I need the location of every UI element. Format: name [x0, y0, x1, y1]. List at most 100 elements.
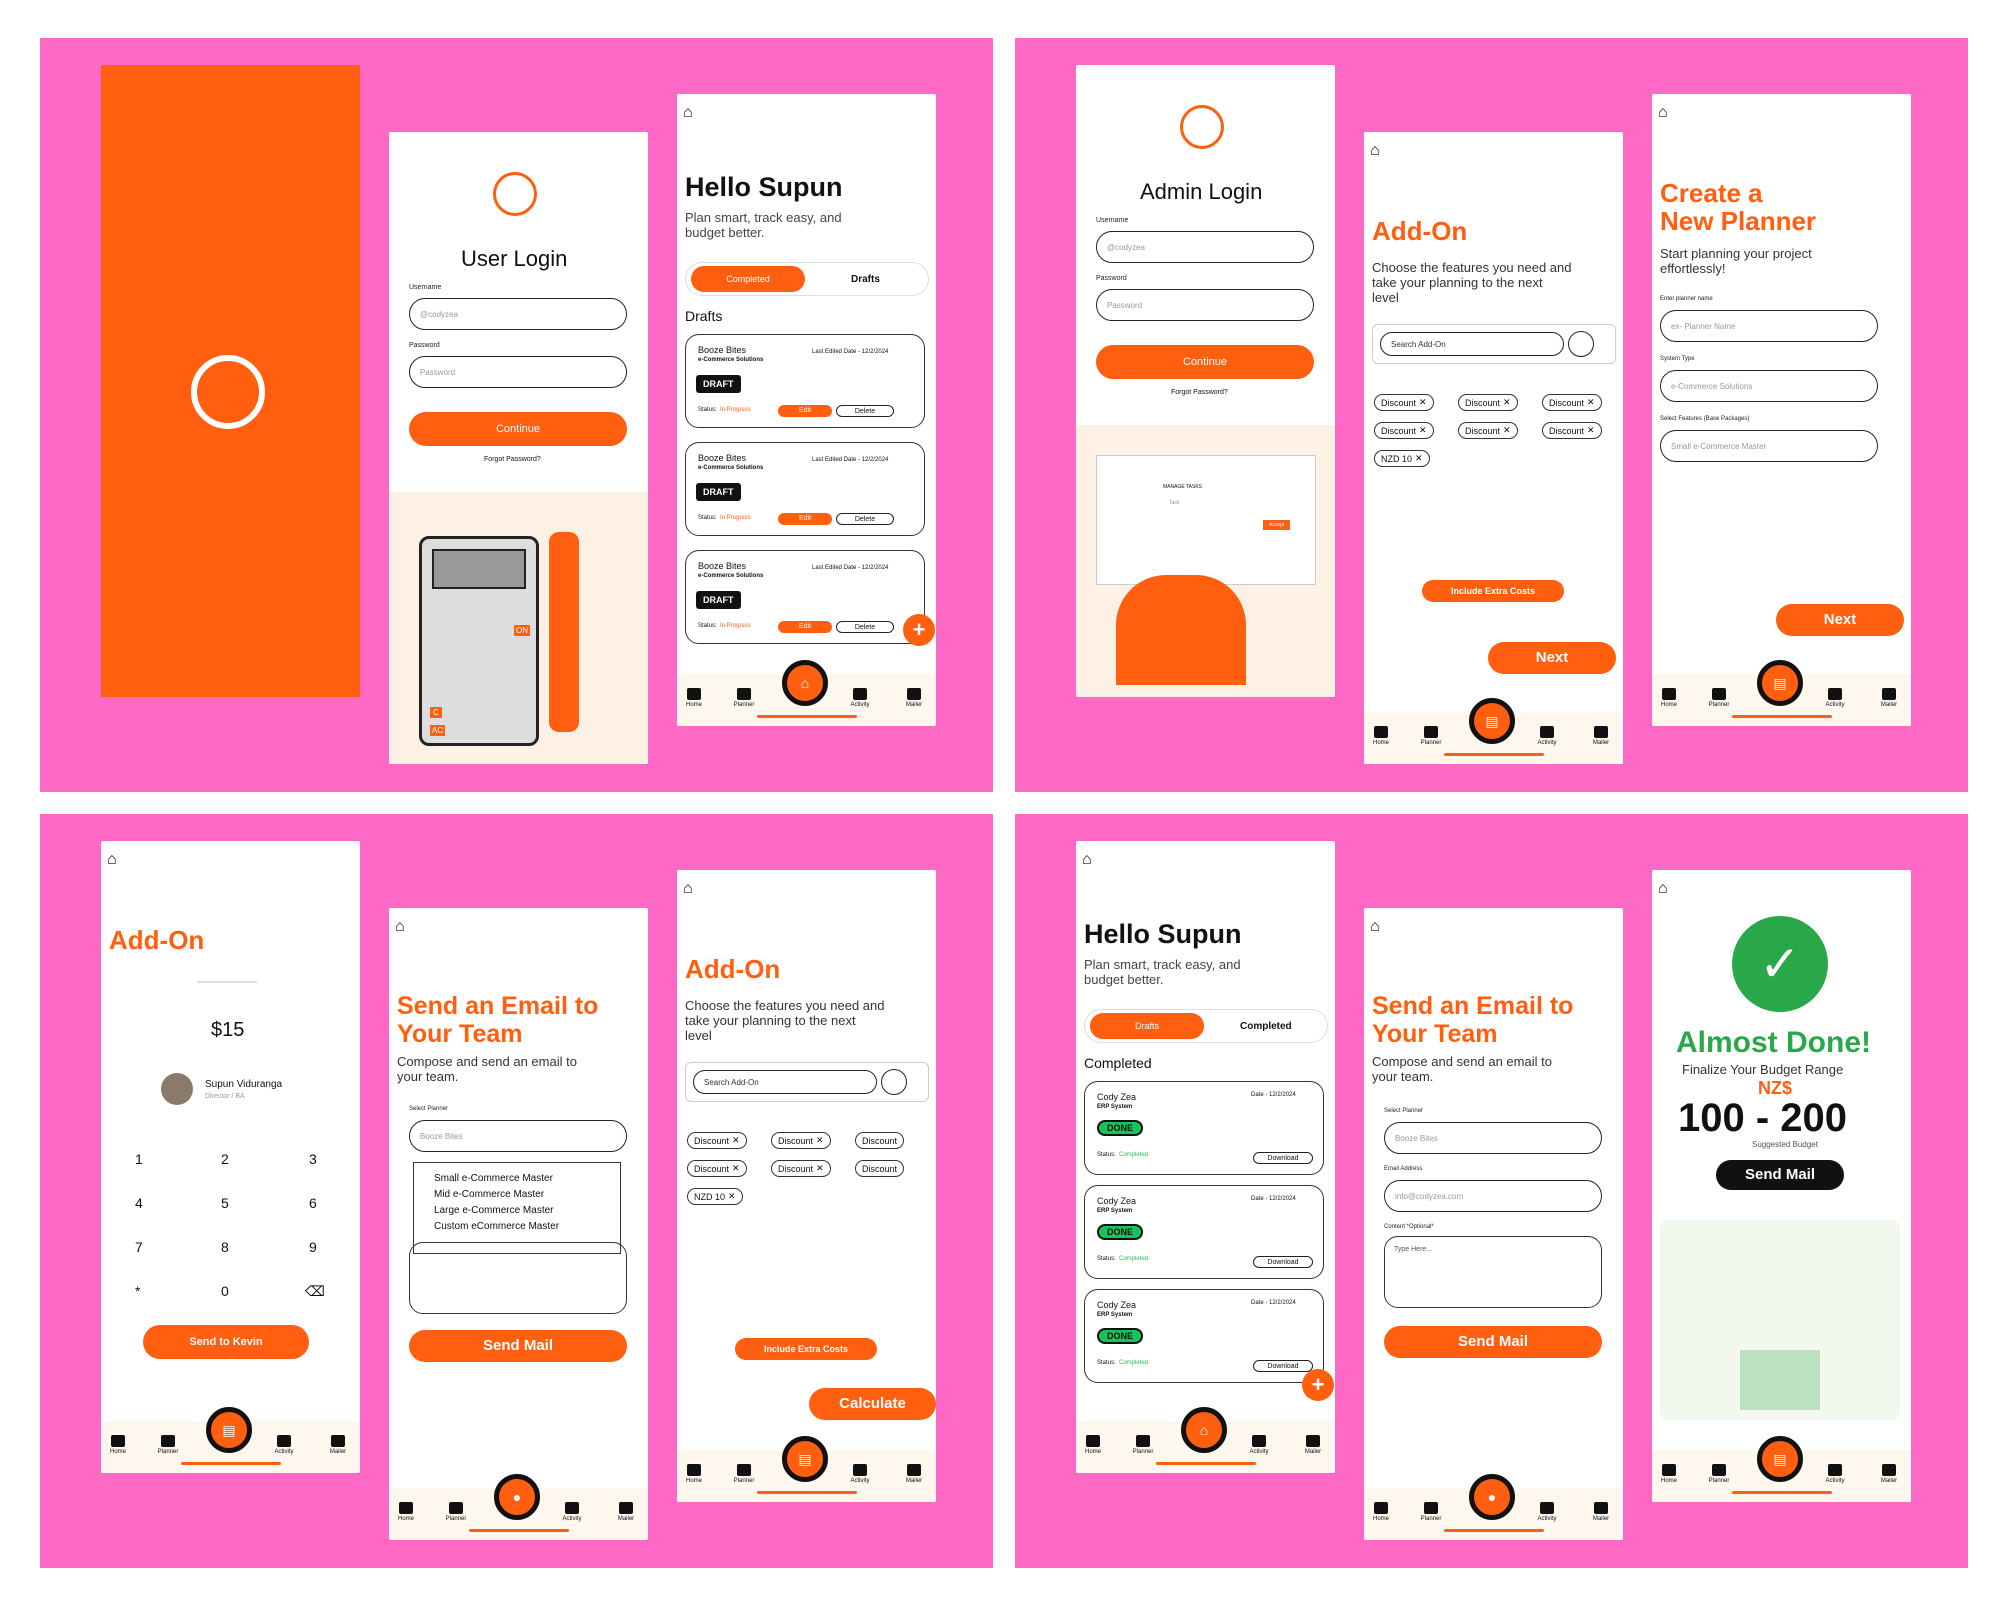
edit-button[interactable]: Edit: [778, 513, 832, 525]
nav-planner[interactable]: Planner: [153, 1435, 183, 1455]
nav-planner[interactable]: Planner: [1128, 1435, 1158, 1455]
nav-activity[interactable]: Activity: [557, 1502, 587, 1522]
keypad-key[interactable]: 0: [221, 1283, 229, 1299]
center-planner-fab[interactable]: ▤: [206, 1407, 252, 1453]
search-icon[interactable]: [1568, 331, 1594, 357]
nav-activity[interactable]: Activity: [269, 1435, 299, 1455]
nav-home[interactable]: Home: [1078, 1435, 1108, 1455]
forgot-password-link[interactable]: Forgot Password?: [484, 456, 541, 463]
addon-chip[interactable]: Discount ✕: [1542, 394, 1602, 411]
center-home-fab[interactable]: ⌂: [1181, 1407, 1227, 1453]
draft-card[interactable]: Booze Bites e-Commerce Solutions Last Ed…: [685, 334, 925, 428]
keypad-key[interactable]: 5: [221, 1195, 229, 1211]
keypad-key[interactable]: 7: [135, 1239, 143, 1255]
completed-card[interactable]: Cody Zea ERP System Date - 12/2/2024 DON…: [1084, 1289, 1324, 1383]
dropdown-option[interactable]: Small e-Commerce Master: [434, 1173, 620, 1189]
nav-mailer[interactable]: Mailer: [1298, 1435, 1328, 1455]
send-mail-button[interactable]: Send Mail: [1716, 1160, 1844, 1190]
home-icon[interactable]: ⌂: [1370, 918, 1380, 936]
center-planner-fab[interactable]: ▤: [1757, 660, 1803, 706]
keypad-key[interactable]: 1: [135, 1151, 143, 1167]
nav-planner[interactable]: Planner: [1704, 1464, 1734, 1484]
center-home-fab[interactable]: ⌂: [782, 660, 828, 706]
addon-chip[interactable]: Discount ✕: [771, 1132, 831, 1149]
planner-select[interactable]: Booze Bites: [409, 1120, 627, 1152]
send-mail-button[interactable]: Send Mail: [409, 1330, 627, 1362]
completed-card[interactable]: Cody Zea ERP System Date - 12/2/2024 DON…: [1084, 1185, 1324, 1279]
keypad-key[interactable]: 6: [309, 1195, 317, 1211]
addon-chip[interactable]: NZD 10 ✕: [687, 1188, 743, 1205]
keypad-key[interactable]: 3: [309, 1151, 317, 1167]
nav-home[interactable]: Home: [1654, 1464, 1684, 1484]
planner-select[interactable]: Booze Bites: [1384, 1122, 1602, 1154]
home-icon[interactable]: ⌂: [1658, 880, 1668, 898]
download-button[interactable]: Download: [1253, 1256, 1313, 1268]
addon-chip[interactable]: NZD 10 ✕: [1374, 450, 1430, 467]
nav-activity[interactable]: Activity: [845, 1464, 875, 1484]
include-extra-costs-button[interactable]: Include Extra Costs: [1422, 580, 1564, 602]
delete-button[interactable]: Delete: [836, 405, 894, 417]
add-plus-button[interactable]: +: [1302, 1369, 1334, 1401]
send-mail-button[interactable]: Send Mail: [1384, 1326, 1602, 1358]
center-planner-fab[interactable]: ▤: [782, 1436, 828, 1482]
nav-home[interactable]: Home: [1654, 688, 1684, 708]
home-icon[interactable]: ⌂: [1082, 851, 1092, 869]
keypad-key[interactable]: 2: [221, 1151, 229, 1167]
nav-activity[interactable]: Activity: [1532, 726, 1562, 746]
completed-card[interactable]: Cody Zea ERP System Date - 12/2/2024 DON…: [1084, 1081, 1324, 1175]
tab-completed[interactable]: Completed: [691, 266, 805, 292]
addon-chip[interactable]: Discount ✕: [1374, 422, 1434, 439]
addon-chip[interactable]: Discount: [855, 1132, 905, 1149]
download-button[interactable]: Download: [1253, 1360, 1313, 1372]
edit-button[interactable]: Edit: [778, 621, 832, 633]
nav-planner[interactable]: Planner: [1416, 1502, 1446, 1522]
nav-mailer[interactable]: Mailer: [1586, 726, 1616, 746]
nav-mailer[interactable]: Mailer: [899, 1464, 929, 1484]
nav-activity[interactable]: Activity: [1820, 1464, 1850, 1484]
planner-name-field[interactable]: ex- Planner Name: [1660, 310, 1878, 342]
username-field[interactable]: @codyzea: [1096, 231, 1314, 263]
password-field[interactable]: Password: [1096, 289, 1314, 321]
search-input[interactable]: Search Add-On: [1380, 332, 1564, 356]
delete-button[interactable]: Delete: [836, 513, 894, 525]
center-planner-fab[interactable]: ▤: [1469, 698, 1515, 744]
addon-chip[interactable]: Discount ✕: [1542, 422, 1602, 439]
download-button[interactable]: Download: [1253, 1152, 1313, 1164]
nav-home[interactable]: Home: [1366, 726, 1396, 746]
dropdown-option[interactable]: Custom eCommerce Master: [434, 1221, 620, 1237]
addon-chip[interactable]: Discount ✕: [1374, 394, 1434, 411]
backspace-key[interactable]: ⌫: [305, 1283, 325, 1300]
home-icon[interactable]: ⌂: [107, 851, 117, 869]
dropdown-option[interactable]: Large e-Commerce Master: [434, 1205, 620, 1221]
home-icon[interactable]: ⌂: [683, 880, 693, 898]
nav-mailer[interactable]: Mailer: [1874, 1464, 1904, 1484]
calculate-button[interactable]: Calculate: [809, 1388, 936, 1420]
nav-mailer[interactable]: Mailer: [1586, 1502, 1616, 1522]
nav-activity[interactable]: Activity: [1532, 1502, 1562, 1522]
addon-chip[interactable]: Discount ✕: [687, 1132, 747, 1149]
nav-home[interactable]: Home: [103, 1435, 133, 1455]
nav-mailer[interactable]: Mailer: [611, 1502, 641, 1522]
content-textarea[interactable]: [409, 1242, 627, 1314]
nav-planner[interactable]: Planner: [441, 1502, 471, 1522]
password-field[interactable]: Password: [409, 356, 627, 388]
addon-chip[interactable]: Discount ✕: [1458, 422, 1518, 439]
continue-button[interactable]: Continue: [1096, 345, 1314, 379]
keypad-key[interactable]: *: [135, 1283, 140, 1299]
send-to-kevin-button[interactable]: Send to Kevin: [143, 1325, 309, 1359]
home-icon[interactable]: ⌂: [1370, 142, 1380, 160]
search-icon[interactable]: [881, 1069, 907, 1095]
nav-home[interactable]: Home: [1366, 1502, 1396, 1522]
system-type-select[interactable]: e-Commerce Solutions: [1660, 370, 1878, 402]
center-planner-fab[interactable]: ▤: [1757, 1436, 1803, 1482]
dropdown-option[interactable]: Mid e-Commerce Master: [434, 1189, 620, 1205]
nav-home[interactable]: Home: [679, 688, 709, 708]
nav-planner[interactable]: Planner: [729, 1464, 759, 1484]
nav-home[interactable]: Home: [679, 1464, 709, 1484]
keypad-key[interactable]: 9: [309, 1239, 317, 1255]
nav-mailer[interactable]: Mailer: [323, 1435, 353, 1455]
nav-mailer[interactable]: Mailer: [1874, 688, 1904, 708]
edit-button[interactable]: Edit: [778, 405, 832, 417]
draft-card[interactable]: Booze Bites e-Commerce Solutions Last Ed…: [685, 442, 925, 536]
delete-button[interactable]: Delete: [836, 621, 894, 633]
